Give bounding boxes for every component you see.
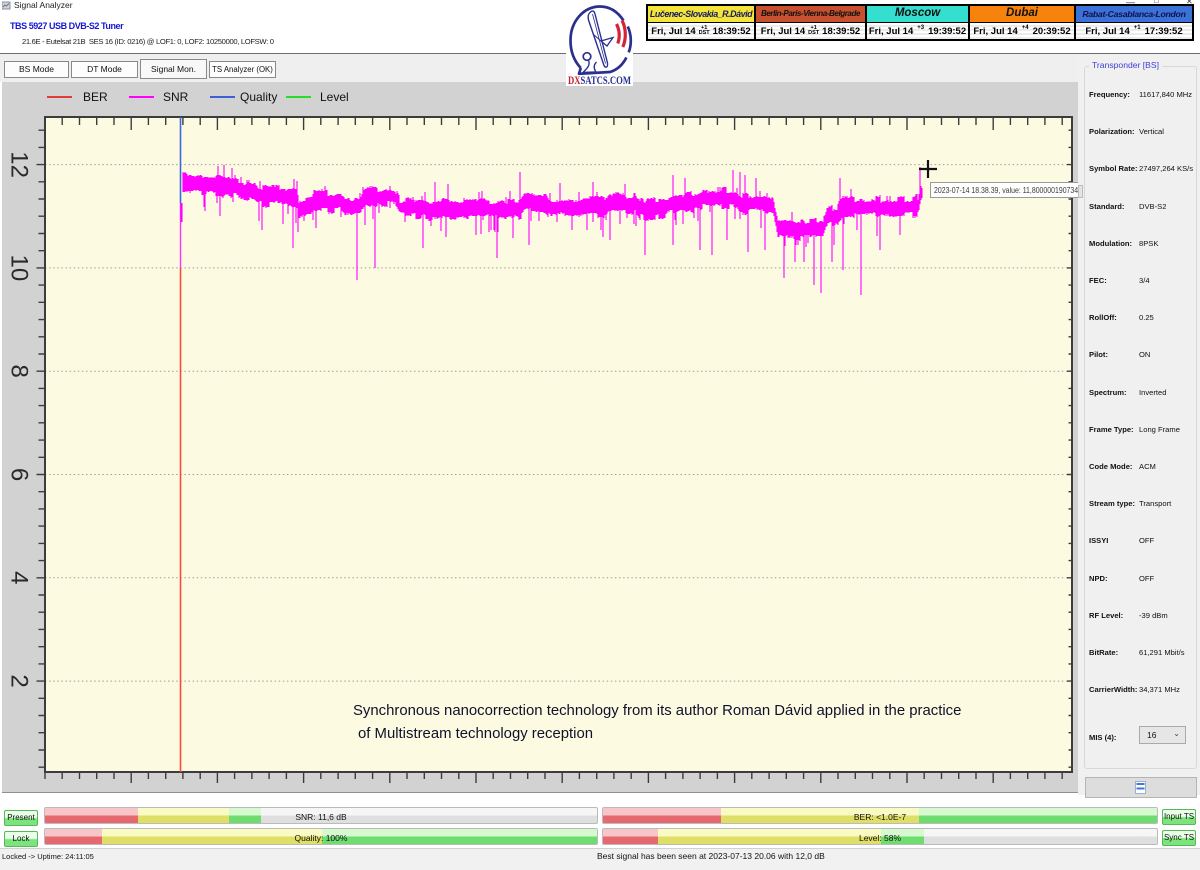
svg-text:DXSATCS.COM: DXSATCS.COM (568, 73, 631, 86)
svg-text:6: 6 (6, 468, 33, 481)
svg-text:4: 4 (6, 571, 33, 584)
svg-text:2: 2 (6, 674, 33, 687)
svg-text:Synchronous nanocorrection tec: Synchronous nanocorrection technology fr… (353, 703, 961, 719)
svg-text:12: 12 (6, 151, 33, 178)
svg-text:of Multistream technology rece: of Multistream technology reception (358, 726, 593, 742)
svg-text:10: 10 (6, 255, 33, 282)
svg-text:8: 8 (6, 365, 33, 378)
svg-text:2023-07-14 18.38.39, value: 11: 2023-07-14 18.38.39, value: 11,800000190… (934, 186, 1078, 195)
